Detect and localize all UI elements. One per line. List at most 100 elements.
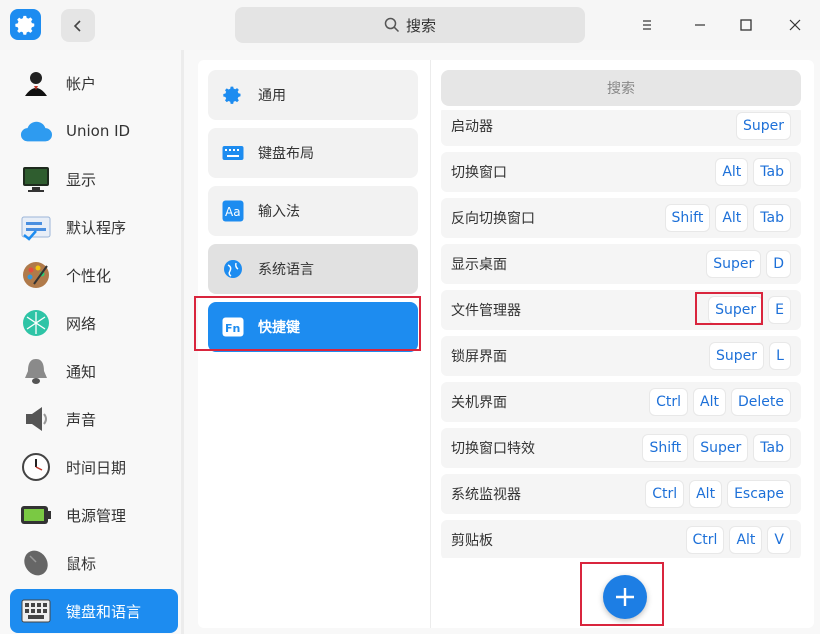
sidebar-item-label: 电源管理 (66, 506, 127, 525)
submenu-item-general[interactable]: 通用 (208, 70, 418, 120)
maximize-icon (740, 19, 752, 31)
shortcut-key[interactable]: Ctrl (685, 526, 725, 554)
sidebar-scrollbar[interactable] (181, 50, 184, 634)
shortcut-search-placeholder: 搜索 (607, 81, 635, 97)
sidebar-item-datetime[interactable]: 时间日期 (10, 445, 178, 489)
submenu-item-label: 通用 (258, 88, 286, 104)
shortcut-key[interactable]: Escape (727, 480, 791, 508)
shortcut-key[interactable]: D (766, 250, 791, 278)
shortcut-key[interactable]: Alt (689, 480, 723, 508)
close-icon (789, 19, 801, 31)
default-apps-icon (20, 211, 52, 243)
sidebar-item-label: 显示 (66, 170, 97, 189)
keyboard-layout-icon (222, 142, 244, 164)
shortcut-name: 启动器 (451, 119, 493, 135)
shortcut-row-clipboard[interactable]: 剪贴板 Ctrl Alt V (441, 520, 801, 558)
shortcut-name: 剪贴板 (451, 533, 493, 549)
shortcut-key[interactable]: Ctrl (649, 388, 689, 416)
sidebar-item-sound[interactable]: 声音 (10, 397, 178, 441)
shortcut-list: 启动器 Super 切换窗口 Alt Tab 反向切换窗口 Shift Alt … (441, 110, 801, 558)
sidebar-item-keyboard-language[interactable]: 键盘和语言 (10, 589, 178, 633)
shortcut-row-switch-window[interactable]: 切换窗口 Alt Tab (441, 152, 801, 192)
shortcut-key[interactable]: Tab (753, 434, 791, 462)
menu-button[interactable] (634, 12, 660, 38)
shortcut-key[interactable]: Ctrl (645, 480, 685, 508)
sidebar-item-display[interactable]: 显示 (10, 157, 178, 201)
keyboard-icon (20, 595, 52, 627)
shortcut-key[interactable]: Shift (664, 204, 711, 232)
sidebar-item-label: 声音 (66, 410, 97, 429)
submenu-item-system-language[interactable]: 系统语言 (208, 244, 418, 294)
shortcut-row-reverse-switch-window[interactable]: 反向切换窗口 Shift Alt Tab (441, 198, 801, 238)
sidebar-item-account[interactable]: 帐户 (10, 61, 178, 105)
sidebar-item-label: 默认程序 (66, 218, 127, 237)
shortcut-row-shutdown[interactable]: 关机界面 Ctrl Alt Delete (441, 382, 801, 422)
sidebar-item-network[interactable]: 网络 (10, 301, 178, 345)
gear-icon (222, 84, 244, 106)
shortcut-key[interactable]: L (769, 342, 791, 370)
sidebar-item-label: Union ID (66, 122, 131, 140)
shortcut-key[interactable]: Super (706, 250, 762, 278)
sidebar-item-power[interactable]: 电源管理 (10, 493, 178, 537)
minimize-button[interactable] (687, 12, 713, 38)
submenu-item-keyboard-layout[interactable]: 键盘布局 (208, 128, 418, 178)
sidebar-item-personalization[interactable]: 个性化 (10, 253, 178, 297)
shortcut-key[interactable]: Shift (642, 434, 689, 462)
submenu-item-input-method[interactable]: Aa 输入法 (208, 186, 418, 236)
shortcut-row-show-desktop[interactable]: 显示桌面 Super D (441, 244, 801, 284)
search-icon (384, 17, 400, 33)
cloud-icon (20, 115, 52, 147)
display-icon (20, 163, 52, 195)
shortcut-key[interactable]: Delete (731, 388, 791, 416)
shortcut-key[interactable]: Super (693, 434, 749, 462)
top-search-box[interactable]: 搜索 (235, 7, 585, 43)
top-search-label: 搜索 (405, 16, 436, 35)
shortcut-search-input[interactable]: 搜索 (441, 70, 801, 106)
shortcut-row-window-effect[interactable]: 切换窗口特效 Shift Super Tab (441, 428, 801, 468)
shortcut-name: 切换窗口 (451, 165, 507, 181)
shortcut-key[interactable]: Alt (715, 158, 749, 186)
shortcut-key[interactable]: V (767, 526, 791, 554)
shortcut-row-lock-screen[interactable]: 锁屏界面 Super L (441, 336, 801, 376)
shortcut-key[interactable]: Alt (693, 388, 726, 416)
back-icon (73, 19, 81, 32)
shortcut-name: 文件管理器 (451, 303, 521, 319)
shortcut-name: 显示桌面 (451, 257, 507, 273)
account-icon (20, 67, 52, 99)
add-button-highlight-box (580, 562, 664, 626)
maximize-button[interactable] (733, 12, 759, 38)
sidebar-item-label: 时间日期 (66, 458, 127, 477)
sidebar: 帐户 Union ID 显示 默认程序 个性化 网络 通知 声音 时间日期 电源… (0, 50, 188, 634)
svg-text:Aa: Aa (225, 205, 241, 219)
submenu-item-label: 系统语言 (258, 262, 314, 278)
sidebar-item-label: 通知 (66, 362, 97, 381)
back-button[interactable] (61, 9, 95, 42)
shortcut-key[interactable]: E (768, 296, 791, 324)
shortcut-row-launcher[interactable]: 启动器 Super (441, 110, 801, 146)
submenu-item-label: 输入法 (258, 204, 300, 220)
personalization-icon (20, 259, 52, 291)
minimize-icon (695, 24, 705, 26)
sidebar-item-mouse[interactable]: 鼠标 (10, 541, 178, 585)
shortcuts-highlight-box (194, 296, 421, 351)
network-icon (20, 307, 52, 339)
sidebar-item-union-id[interactable]: Union ID (10, 109, 178, 153)
submenu-item-label: 键盘布局 (258, 146, 314, 162)
sidebar-item-label: 帐户 (66, 74, 97, 93)
shortcut-key[interactable]: Tab (753, 158, 791, 186)
sidebar-item-default-apps[interactable]: 默认程序 (10, 205, 178, 249)
shortcut-name: 系统监视器 (451, 487, 521, 503)
shortcut-key[interactable]: Alt (729, 526, 763, 554)
bell-icon (20, 355, 52, 387)
shortcut-key[interactable]: Super (708, 342, 764, 370)
close-button[interactable] (782, 12, 808, 38)
shortcut-list-panel: 搜索 启动器 Super 切换窗口 Alt Tab 反向切换窗口 Shift A… (430, 60, 814, 628)
shortcut-key[interactable]: Super (735, 112, 791, 140)
sidebar-item-notification[interactable]: 通知 (10, 349, 178, 393)
sidebar-item-label: 鼠标 (66, 554, 97, 573)
shortcut-name: 切换窗口特效 (451, 441, 535, 457)
shortcut-name: 关机界面 (451, 395, 507, 411)
shortcut-row-system-monitor[interactable]: 系统监视器 Ctrl Alt Escape (441, 474, 801, 514)
shortcut-key[interactable]: Alt (715, 204, 749, 232)
shortcut-key[interactable]: Tab (753, 204, 791, 232)
